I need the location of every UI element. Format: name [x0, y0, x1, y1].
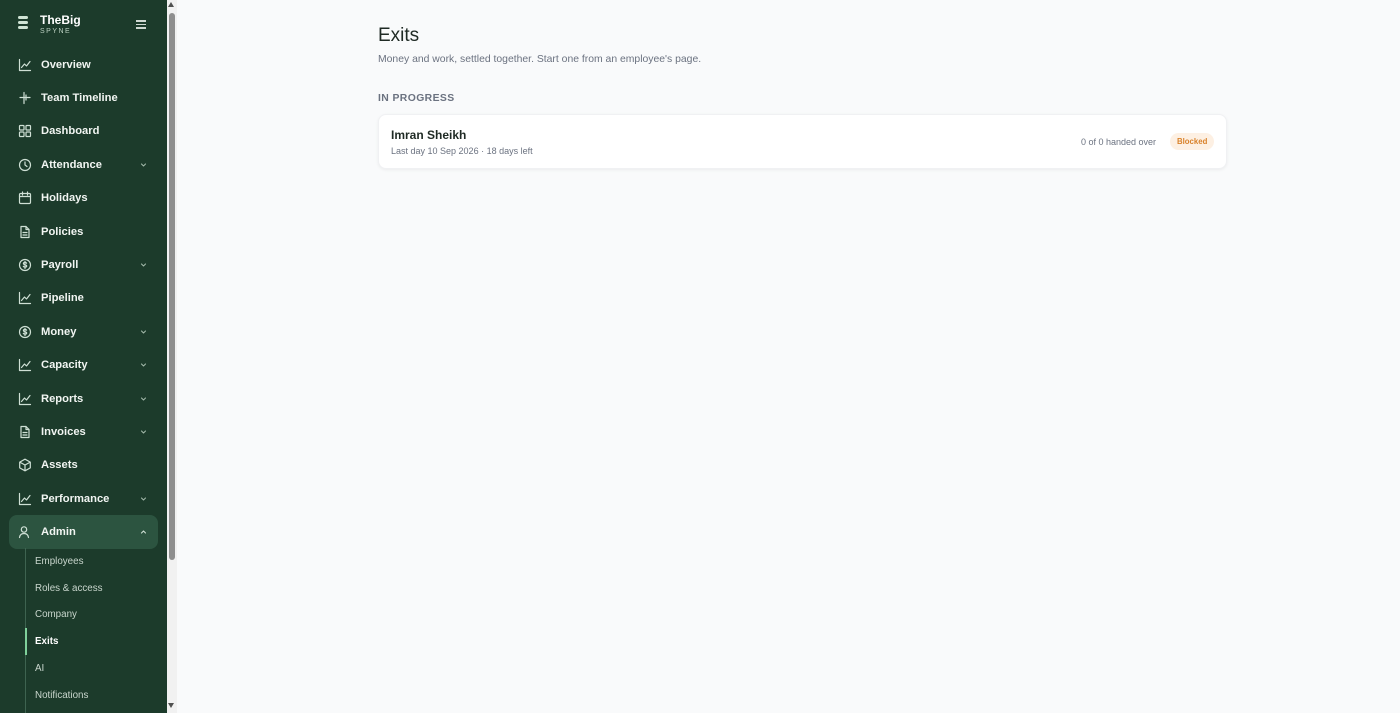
dollar-circle-icon [18, 325, 32, 339]
sidebar-item-money[interactable]: Money [0, 315, 167, 348]
sidebar-item-label: Reports [41, 392, 84, 405]
main-content: Exits Money and work, settled together. … [177, 0, 1400, 713]
sidebar-item-reports[interactable]: Reports [0, 382, 167, 415]
chart-line-icon [18, 492, 32, 506]
sidebar-item-label: Assets [41, 459, 78, 472]
subnav-item-label: Roles & access [35, 582, 103, 594]
sidebar-item-admin[interactable]: Admin [9, 515, 158, 549]
sidebar-item-label: Policies [41, 225, 84, 238]
user-icon [18, 525, 32, 539]
subnav-item-company[interactable]: Company [26, 602, 167, 629]
box-icon [18, 458, 32, 472]
chevron-down-icon [139, 160, 148, 169]
sidebar-item-label: Overview [41, 58, 91, 71]
sidebar-item-performance[interactable]: Performance [0, 482, 167, 515]
sidebar-item-team-timeline[interactable]: Team Timeline [0, 81, 167, 114]
subnav-item-notifications[interactable]: Notifications [26, 682, 167, 709]
page-subtitle: Money and work, settled together. Start … [378, 54, 702, 65]
sidebar-item-label: Admin [41, 526, 76, 539]
subnav-item-label: Exits [35, 636, 59, 648]
sidebar: TheBig SPYNE Overview Team Timeline Dash… [0, 0, 167, 713]
sidebar-item-policies[interactable]: Policies [0, 215, 167, 248]
sidebar-item-overview[interactable]: Overview [0, 48, 167, 81]
sidebar-item-assets[interactable]: Assets [0, 449, 167, 482]
chart-line-icon [18, 358, 32, 372]
sidebar-item-attendance[interactable]: Attendance [0, 148, 167, 181]
sidebar-item-label: Attendance [41, 158, 102, 171]
brand-subtitle: SPYNE [40, 28, 72, 35]
timeline-icon [18, 91, 32, 105]
menu-toggle-icon[interactable] [136, 20, 146, 30]
exit-last-day: Last day 10 Sep 2026 · 18 days left [391, 146, 533, 156]
sidebar-item-label: Payroll [41, 259, 79, 272]
brand-name: TheBig [40, 13, 81, 27]
sidebar-item-label: Capacity [41, 359, 88, 372]
sidebar-item-label: Dashboard [41, 125, 100, 138]
chevron-down-icon [139, 494, 148, 503]
exit-handover-progress: 0 of 0 handed over [1081, 137, 1157, 147]
exit-employee-name: Imran Sheikh [391, 128, 467, 142]
sidebar-item-label: Pipeline [41, 292, 84, 305]
sidebar-item-label: Money [41, 325, 77, 338]
sidebar-item-capacity[interactable]: Capacity [0, 349, 167, 382]
chevron-down-icon [139, 361, 148, 370]
subnav-item-label: Employees [35, 555, 84, 567]
brand[interactable]: TheBig SPYNE [16, 12, 156, 40]
chevron-down-icon [139, 261, 148, 270]
subnav-item-roles-access[interactable]: Roles & access [26, 575, 167, 602]
sidebar-item-pipeline[interactable]: Pipeline [0, 282, 167, 315]
sidebar-item-payroll[interactable]: Payroll [0, 248, 167, 281]
sidebar-item-invoices[interactable]: Invoices [0, 415, 167, 448]
clock-icon [18, 158, 32, 172]
chevron-down-icon [139, 394, 148, 403]
calendar-icon [18, 191, 32, 205]
scroll-down-arrow-icon[interactable] [168, 703, 174, 708]
scrollbar-thumb[interactable] [169, 13, 175, 560]
sidebar-nav: Overview Team Timeline Dashboard Attenda… [0, 48, 167, 549]
chart-line-icon [18, 58, 32, 72]
sidebar-item-holidays[interactable]: Holidays [0, 182, 167, 215]
sidebar-item-label: Team Timeline [41, 92, 118, 105]
exit-card[interactable]: Imran Sheikh Last day 10 Sep 2026 · 18 d… [378, 114, 1227, 169]
chevron-down-icon [139, 327, 148, 336]
scroll-up-arrow-icon[interactable] [168, 2, 174, 7]
page-title: Exits [378, 25, 420, 46]
subnav-item-label: AI [35, 663, 45, 675]
subnav-item-employees[interactable]: Employees [26, 548, 167, 575]
subnav-item-ai[interactable]: AI [26, 655, 167, 682]
dollar-circle-icon [18, 258, 32, 272]
document-icon [18, 425, 32, 439]
grid-icon [18, 124, 32, 138]
sidebar-scrollbar[interactable] [167, 0, 177, 713]
sidebar-item-label: Invoices [41, 425, 86, 438]
chart-line-icon [18, 291, 32, 305]
chart-line-icon [18, 392, 32, 406]
sidebar-item-dashboard[interactable]: Dashboard [0, 115, 167, 148]
chevron-down-icon [139, 427, 148, 436]
subnav-item-exits[interactable]: Exits [25, 628, 167, 656]
sidebar-item-label: Holidays [41, 192, 88, 205]
status-badge: Blocked [1170, 133, 1215, 150]
admin-subnav: Employees Roles & access Company Exits A… [25, 548, 167, 713]
chevron-up-icon [139, 528, 148, 537]
subnav-item-label: Company [35, 609, 77, 621]
subnav-item-label: Notifications [35, 689, 89, 701]
section-label-in-progress: IN PROGRESS [378, 93, 455, 104]
brand-logo-icon [18, 16, 28, 34]
document-icon [18, 225, 32, 239]
sidebar-item-label: Performance [41, 492, 110, 505]
